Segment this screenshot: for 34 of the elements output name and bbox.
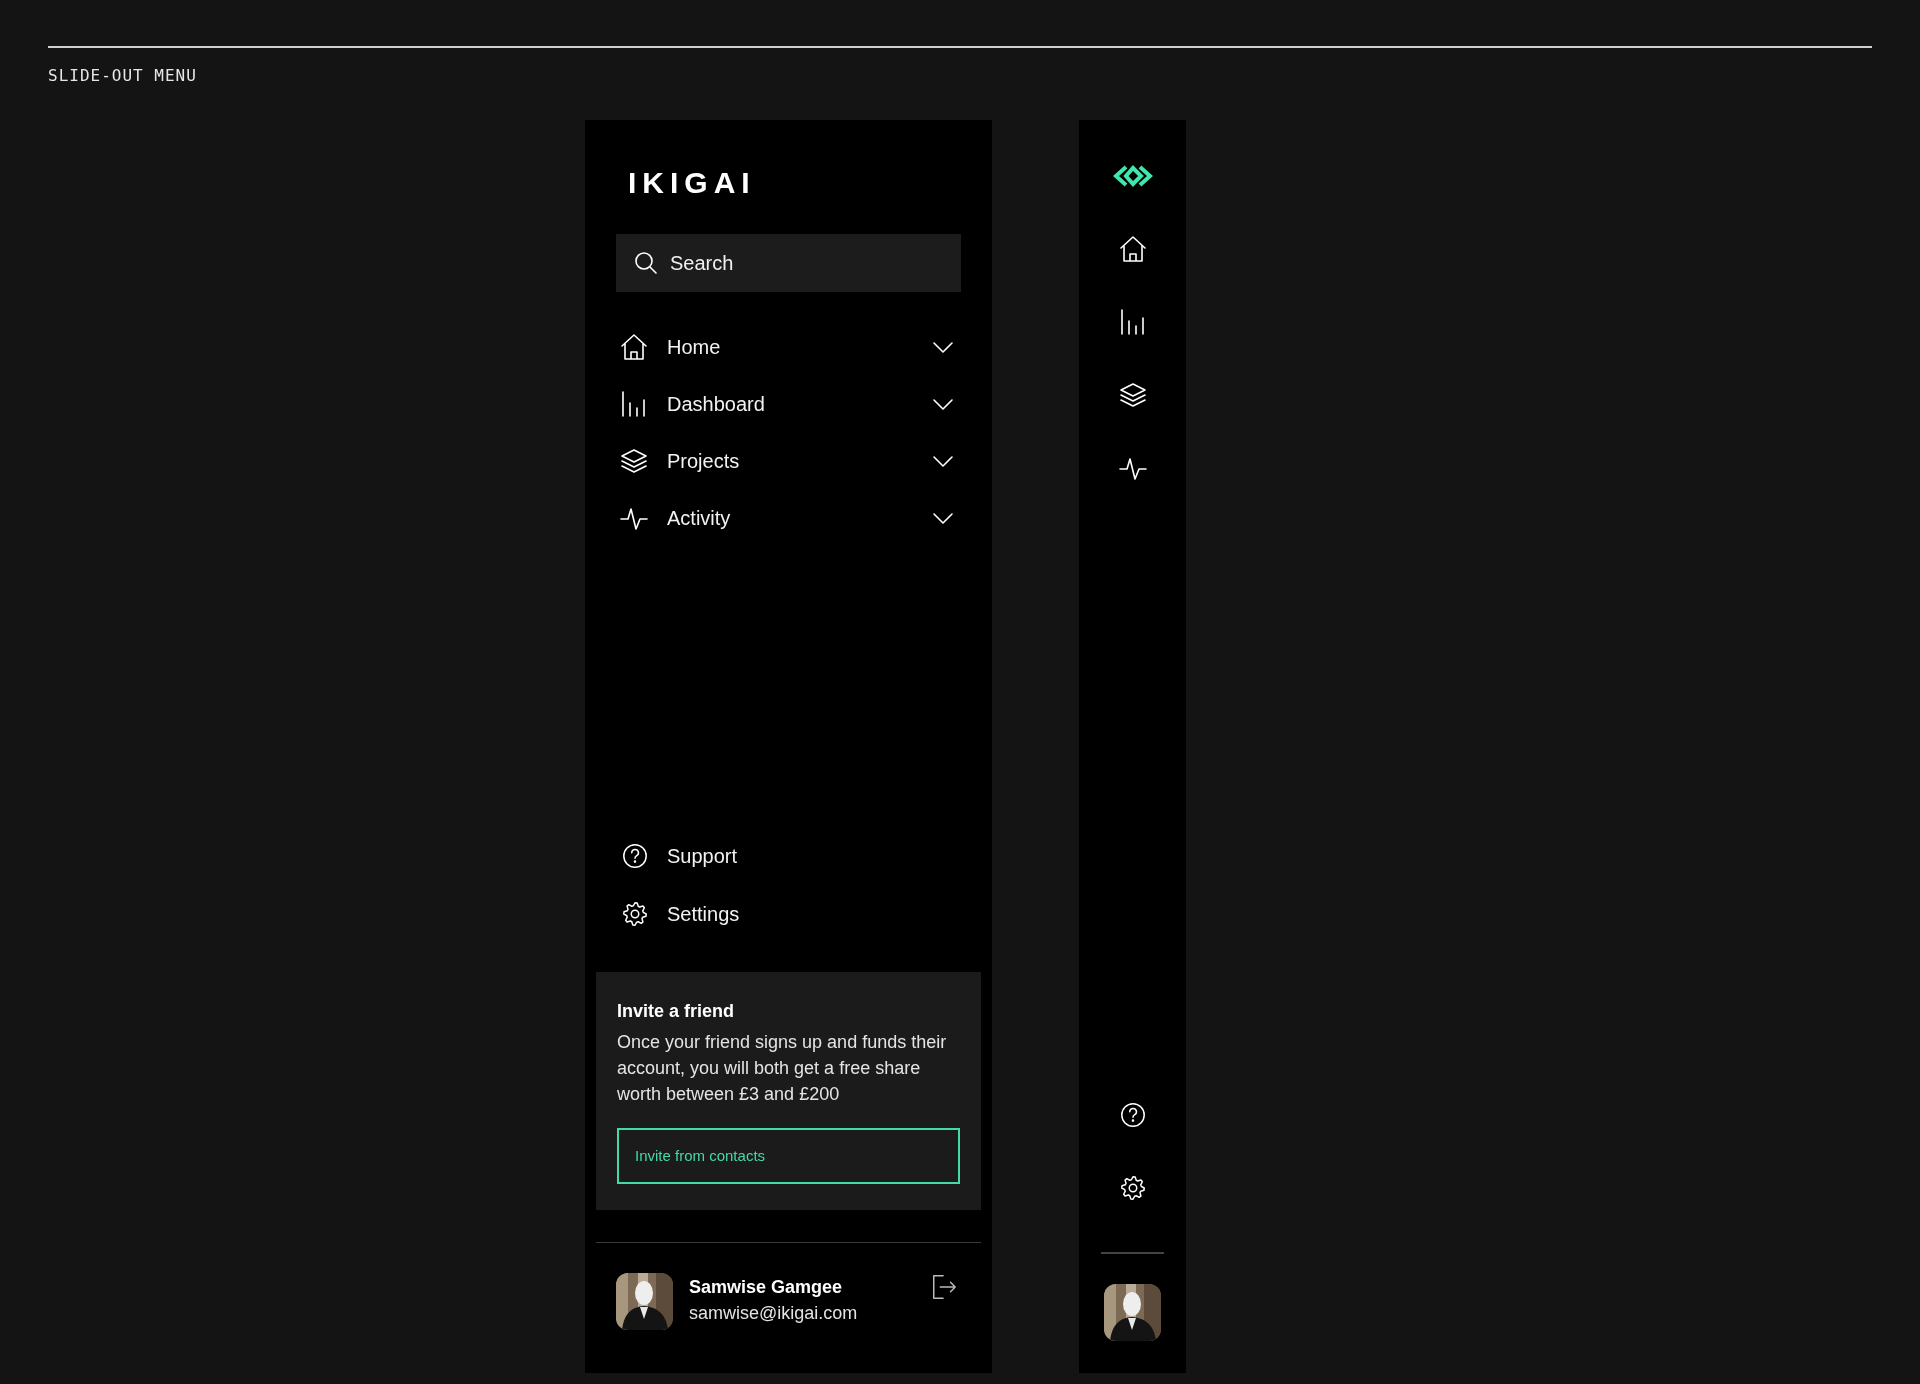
user-email: samwise@ikigai.com [689, 1302, 858, 1325]
home-icon [1117, 234, 1148, 264]
link-label: Settings [667, 902, 740, 927]
home-icon [619, 331, 649, 362]
menu-link[interactable]: Settings [616, 885, 961, 943]
rail-button[interactable] [1118, 1101, 1147, 1129]
nav-item[interactable]: Home [616, 318, 961, 375]
settings-icon [621, 900, 649, 928]
settings-icon [1118, 1174, 1147, 1202]
nav-item[interactable]: Projects [616, 432, 961, 489]
search-field[interactable]: Search [616, 234, 961, 292]
help-icon [1118, 1101, 1147, 1129]
nav-label: Activity [667, 505, 731, 531]
invite-button[interactable]: Invite from contacts [617, 1128, 960, 1184]
nav-label: Dashboard [667, 391, 765, 417]
rail-button[interactable] [1117, 234, 1148, 264]
nav-label: Home [667, 334, 721, 360]
brand-logo: IKIGAI [628, 165, 756, 201]
nav-label: Projects [667, 448, 740, 474]
user-name: Samwise Gamgee [689, 1276, 844, 1299]
link-label: Support [667, 844, 738, 869]
nav-item[interactable]: Dashboard [616, 375, 961, 432]
help-icon [621, 842, 649, 870]
card-title: Invite a friend [617, 1000, 735, 1023]
layers-icon [1117, 380, 1148, 410]
nav-item[interactable]: Activity [616, 489, 961, 546]
menu-link[interactable]: Support [616, 827, 961, 885]
search-icon [634, 251, 658, 275]
rail-button[interactable] [1118, 1174, 1147, 1202]
rail-button[interactable] [1117, 380, 1148, 410]
logout-icon[interactable] [930, 1273, 958, 1301]
card-text: Once your friend signs up and funds their account, you will both get a free share worth between £3 and £200 [617, 1031, 948, 1106]
section-label: SLIDE-OUT MENU [48, 65, 197, 87]
logo-icon[interactable] [1111, 163, 1154, 189]
